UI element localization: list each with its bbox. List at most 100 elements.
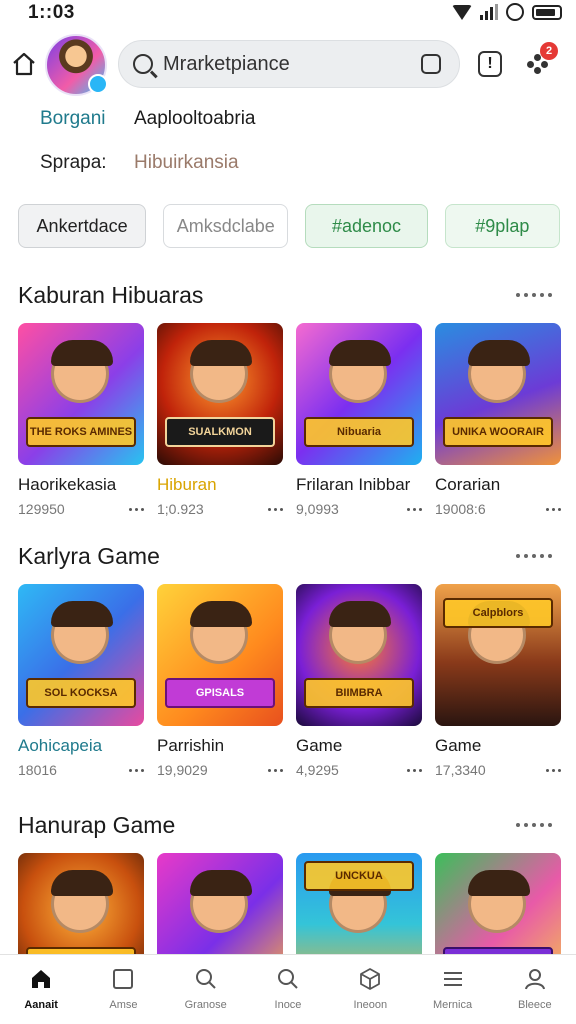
filter-chips: Ankertdace Amksdclabe #adenoc #9plap [18,204,560,248]
game-card[interactable]: GPISALS Parrishin 19,9029 [157,584,283,778]
card-more-icon[interactable] [129,769,144,772]
scan-icon[interactable] [421,54,441,74]
section-1-row: THE ROKS AMINES Haorikekasia 129950 SUAL… [18,323,561,517]
game-name: Aohicapeia [18,736,103,755]
section-3-more-icon[interactable] [516,823,552,827]
search-icon [277,969,298,989]
info-row-2-value: Hibuirkansia [134,152,239,173]
character-image [468,870,530,933]
battery-icon [532,4,562,20]
character-image [329,601,391,664]
card-more-icon[interactable] [268,508,283,511]
game-banner: GPISALS [165,678,275,708]
chip-3[interactable]: #adenoc [305,204,428,248]
home-icon[interactable] [10,50,38,78]
game-banner: UNCKUA [304,861,414,891]
status-bar: 1::03 [0,0,576,28]
game-card[interactable]: SUALKMON Hiburan 1;0.923 [157,323,283,517]
card-more-icon[interactable] [407,769,422,772]
game-banner: BIIMBRA [304,678,414,708]
square-icon [113,969,134,989]
game-name: Game [435,736,482,755]
game-meta: 18016 [18,762,144,778]
game-name: Parrishin [157,736,225,755]
chip-4[interactable]: #9plap [444,204,560,248]
nav-item-6[interactable]: Mernica [411,955,493,1024]
search-input[interactable]: Mrarketpiance [163,53,290,76]
nav-label: Ineoon [353,999,388,1011]
game-thumbnail: UNIKA WOORAIR [435,323,561,465]
game-name: Game [296,736,343,755]
game-thumbnail: Calpblors [435,584,561,726]
game-count: 129950 [18,501,65,517]
game-card[interactable]: THE ROKS AMINES Haorikekasia 129950 [18,323,144,517]
info-row-2-key: Sprapa: [40,152,107,173]
nav-label: Amse [109,999,138,1011]
nav-item-4[interactable]: Inoce [247,955,329,1024]
character-image [190,870,252,933]
game-name: Frilaran Inibbar [296,475,411,494]
nav-label: Mernica [432,999,473,1011]
game-banner: Nibuaria [304,417,414,447]
character-image [51,870,113,933]
game-card[interactable]: Calpblors Game 17,3340 [435,584,561,778]
game-card[interactable]: SOL KOCKSA Aohicapeia 18016 [18,584,144,778]
nav-item-3[interactable]: Granose [165,955,247,1024]
game-name: Haorikekasia [18,475,117,494]
game-thumbnail: THE ROKS AMINES [18,323,144,465]
nav-item-5[interactable]: Ineoon [329,955,411,1024]
section-title-1: Kaburan Hibuaras [18,282,204,308]
game-banner: SUALKMON [165,417,275,447]
card-more-icon[interactable] [546,769,561,772]
game-thumbnail: BIIMBRA [296,584,422,726]
card-more-icon[interactable] [546,508,561,511]
section-title-2: Karlyra Game [18,543,160,569]
game-name: Corarian [435,475,501,494]
search-bar[interactable]: Mrarketpiance [118,40,460,88]
card-more-icon[interactable] [268,769,283,772]
status-icons [452,3,562,21]
box-icon [360,968,381,990]
nav-item-home[interactable]: Aanait [0,955,82,1024]
game-count: 19008:6 [435,501,486,517]
game-count: 9,0993 [296,501,339,517]
wifi-icon [452,4,472,20]
character-image [190,340,252,403]
section-2-more-icon[interactable] [516,554,552,558]
game-meta: 19,9029 [157,762,283,778]
section-1-more-icon[interactable] [516,293,552,297]
game-banner: Calpblors [443,598,553,628]
game-thumbnail: SUALKMON [157,323,283,465]
nav-label: Inoce [274,999,302,1011]
game-name: Hiburan [157,475,217,494]
search-icon [195,969,216,989]
game-meta: 4,9295 [296,762,422,778]
nav-item-2[interactable]: Amse [82,955,164,1024]
game-card[interactable]: Nibuaria Frilaran Inibbar 9,0993 [296,323,422,517]
game-meta: 129950 [18,501,144,517]
nav-item-7[interactable]: Bleece [494,955,576,1024]
info-button[interactable]: ! [478,51,502,77]
nav-label: Aanait [24,999,58,1011]
character-image [190,601,252,664]
search-icon [133,54,153,74]
character-image [329,340,391,403]
game-meta: 17,3340 [435,762,561,778]
game-thumbnail: GPISALS [157,584,283,726]
card-more-icon[interactable] [407,508,422,511]
avatar[interactable] [45,34,108,96]
nav-label: Granose [184,999,227,1011]
home-icon [32,970,51,988]
character-image [468,340,530,403]
game-meta: 19008:6 [435,501,561,517]
alarm-icon [506,3,524,21]
info-row-1-key: Borgani [40,108,106,129]
game-card[interactable]: UNIKA WOORAIR Corarian 19008:6 [435,323,561,517]
chip-2[interactable]: Amksdclabe [163,204,289,248]
card-more-icon[interactable] [129,508,144,511]
game-card[interactable]: BIIMBRA Game 4,9295 [296,584,422,778]
game-count: 18016 [18,762,57,778]
menu-icon [443,972,462,986]
character-image [51,601,113,664]
chip-1[interactable]: Ankertdace [18,204,147,248]
